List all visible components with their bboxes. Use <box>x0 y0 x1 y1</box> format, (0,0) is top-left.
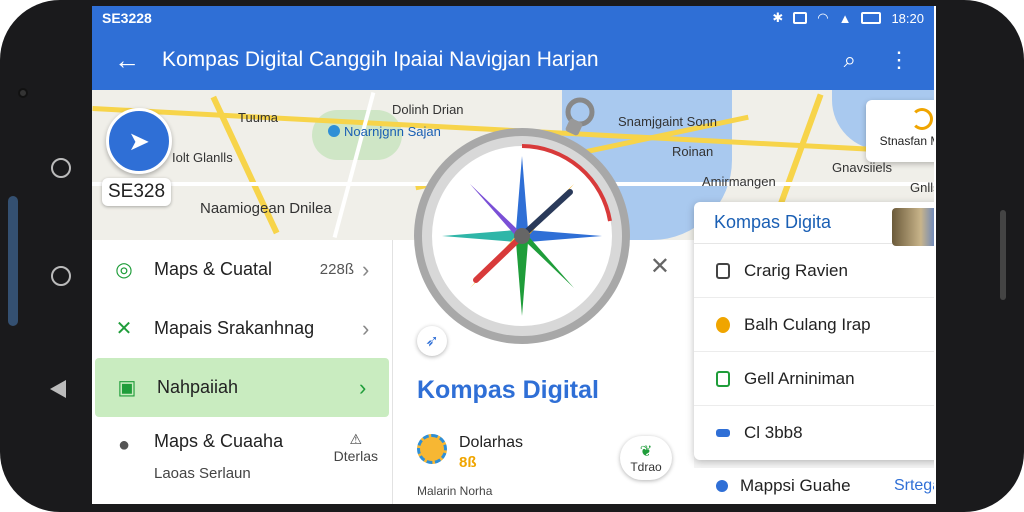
chevron-right-icon: › <box>362 256 370 282</box>
map-label: Amirmangen <box>702 174 776 189</box>
location-arrow-icon: ➤ <box>128 125 150 156</box>
map-label: Gnavsiiels <box>832 160 892 175</box>
menu-item-label: Maps & Cuatal <box>154 259 273 279</box>
eco-pill-button[interactable]: ❦ Tdrao <box>620 436 672 480</box>
menu-list: ◎ Maps & Cuatal 228ß › ✕ Mapais Srakanhn… <box>92 240 392 504</box>
map-label: Naamiogean Dnilea <box>200 200 332 217</box>
floating-info-card[interactable]: Stnasfan Margn <box>866 100 934 162</box>
refresh-ring-icon <box>911 108 933 130</box>
footer-link[interactable]: Srtegan <box>894 477 934 495</box>
battery-icon <box>861 12 882 24</box>
weather-value: 8ß <box>459 454 477 471</box>
panel-item[interactable]: Gell Arniniman › <box>694 352 934 406</box>
chevron-right-icon: › <box>362 315 370 341</box>
pill-label: Tdrao <box>630 460 662 474</box>
compass-badge-icon: ◎ <box>115 259 133 281</box>
map-pin-icon <box>328 125 340 137</box>
more-menu-icon[interactable]: ⋮ <box>888 47 910 73</box>
app-title: Kompas Digital Canggih Ipaiai Navigjan H… <box>162 48 599 71</box>
panel-item[interactable]: Crarig Ravien › <box>694 244 934 298</box>
leaf-icon: ❦ <box>639 443 653 460</box>
search-icon[interactable]: ⌕ <box>844 47 856 73</box>
directions-icon: ⚠ <box>349 431 363 447</box>
menu-item-maps-cuatal[interactable]: ◎ Maps & Cuatal 228ß › <box>92 240 392 299</box>
card-footer: Malarin Norha <box>417 484 493 498</box>
menu-item-label: Maps & Cuaaha <box>154 431 284 451</box>
app-bar: ← Kompas Digital Canggih Ipaiai Navigjan… <box>92 30 934 90</box>
card-heading: Kompas Digital <box>417 376 599 404</box>
cross-tools-icon: ✕ <box>115 318 133 340</box>
volume-button[interactable] <box>8 196 18 326</box>
panel-item-label: Crarig Ravien <box>744 260 848 280</box>
map-label: Gnllshn <box>910 180 934 195</box>
compass-crown <box>565 118 583 136</box>
panel-item-label: Balh Culang Irap <box>744 314 871 334</box>
menu-item-meta: 228ß <box>319 261 354 278</box>
my-location-button[interactable]: ➤ <box>106 108 172 174</box>
footer-label: Mappsi Guahe <box>740 476 851 495</box>
map-label: Roinan <box>672 144 714 159</box>
wifi-icon: ◠ <box>817 10 829 25</box>
signal-icon: ▲ <box>838 10 852 26</box>
map-label: Iolt Glanlls <box>172 150 233 165</box>
menu-item-mapais[interactable]: ✕ Mapais Srakanhnag › <box>92 299 392 358</box>
bluetooth-icon: ✱ <box>772 10 784 25</box>
panel-thumbnail[interactable] <box>892 208 934 246</box>
compass-side-panel: Kompas Digita Crarig Ravien › Balh Culan… <box>694 202 934 460</box>
power-button[interactable] <box>1000 210 1006 300</box>
pin-icon: ● <box>117 433 131 456</box>
recent-apps-icon[interactable] <box>51 158 71 178</box>
status-bar: SE3228 ✱ ◠ ▲ 18:20 <box>92 6 934 30</box>
weather-label: Dolarhas <box>459 434 524 451</box>
floating-card-label: Stnasfan Margn <box>879 134 934 148</box>
directions-button[interactable]: ⚠ Dterlas <box>334 431 378 464</box>
panel-footer: Mappsi Guahe Srtegan <box>694 468 934 504</box>
compass-graphic <box>414 97 630 344</box>
nav-back-icon[interactable] <box>50 380 66 398</box>
camera-icon <box>18 88 28 98</box>
close-icon[interactable]: ✕ <box>650 252 670 281</box>
menu-item-sub: Laoas Serlaun <box>154 465 251 482</box>
route-icon <box>716 429 730 437</box>
phone-icon <box>716 262 730 279</box>
chevron-right-icon: › <box>359 374 367 400</box>
panel-item-label: Cl 3bb8 <box>744 423 803 442</box>
clock-icon <box>716 316 730 333</box>
map-label: Tuuma <box>238 110 278 125</box>
nfc-icon <box>793 12 808 24</box>
back-arrow-icon[interactable]: ← <box>92 45 162 76</box>
panel-item[interactable]: Balh Culang Irap › <box>694 298 934 352</box>
home-icon[interactable] <box>51 266 71 286</box>
menu-item-nahpaiiah[interactable]: ▣ Nahpaiiah › <box>95 358 389 417</box>
status-time: SE3228 <box>102 10 152 26</box>
phone-bezel-bottom <box>60 504 964 512</box>
phone-screen: SE3228 ✱ ◠ ▲ 18:20 ← Kompas Digital Cang… <box>92 6 934 504</box>
status-clock: 18:20 <box>891 10 924 26</box>
panel-item[interactable]: Cl 3bb8 › <box>694 406 934 460</box>
phone-bezel-right <box>936 0 1024 512</box>
weather-sun-icon <box>417 434 447 464</box>
menu-item-maps-cuaaha[interactable]: ● Maps & Cuaaha Laoas Serlaun ⚠ Dterlas <box>92 417 392 503</box>
panel-item-label: Gell Arniniman <box>744 368 855 388</box>
map-dot-icon <box>716 480 728 492</box>
menu-item-label: Nahpaiiah <box>157 377 239 397</box>
book-icon: ▣ <box>117 377 137 399</box>
compass-pivot <box>514 228 530 244</box>
battery-level-icon <box>716 370 730 387</box>
location-label: SE328 <box>102 178 172 206</box>
directions-label: Dterlas <box>333 448 378 464</box>
menu-item-label: Mapais Srakanhnag <box>154 318 315 338</box>
